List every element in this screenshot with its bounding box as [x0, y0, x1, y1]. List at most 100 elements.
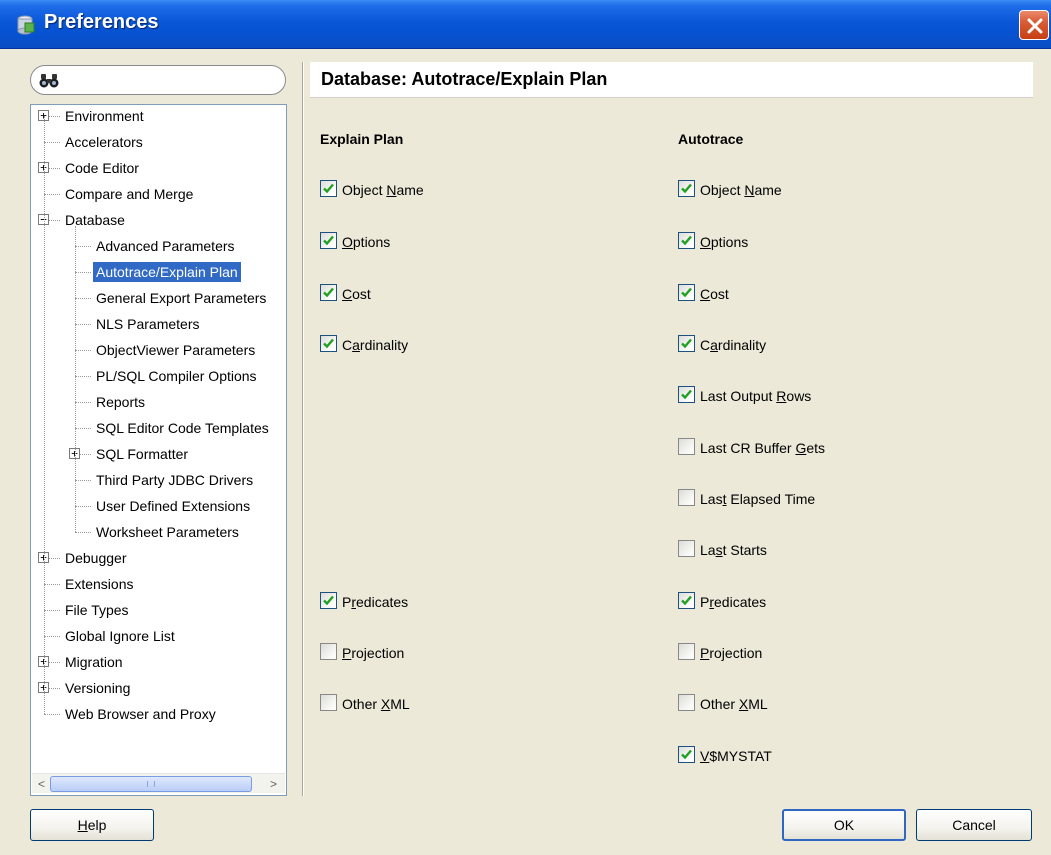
checkbox-unchecked[interactable]	[678, 540, 695, 557]
checkbox-label: V$MYSTAT	[700, 744, 772, 768]
scroll-right-arrow[interactable]: >	[265, 776, 282, 792]
mnemonic-key: G	[795, 440, 807, 456]
label-text: ets	[806, 440, 826, 456]
label-text: ptions	[352, 234, 391, 250]
tree-item-user-defined-extensions[interactable]: User Defined Extensions	[93, 493, 253, 519]
tree-item-environment[interactable]: Environment	[62, 105, 147, 129]
tree-item-autotrace-explain-plan[interactable]: Autotrace/Explain Plan	[93, 259, 241, 285]
checkbox-label: Last Output Rows	[700, 384, 811, 408]
preferences-dialog: Preferences Environment + Accelerators Code…	[0, 0, 1051, 855]
checkbox-checked[interactable]	[678, 180, 695, 197]
tree-item-web-browser-and-proxy[interactable]: Web Browser and Proxy	[62, 701, 219, 727]
label-text: ost	[352, 286, 371, 302]
label-text: $MYSTAT	[709, 748, 772, 764]
tree-item-migration[interactable]: Migration	[62, 649, 126, 675]
checkmark-icon	[323, 235, 334, 246]
label-text: ame	[754, 182, 782, 198]
checkbox-checked[interactable]	[320, 232, 337, 249]
panel-title: Database: Autotrace/Explain Plan	[321, 69, 608, 89]
label-text: P	[342, 594, 352, 610]
tree-item-third-party-jdbc-drivers[interactable]: Third Party JDBC Drivers	[93, 467, 256, 493]
tree-item-label: Accelerators	[65, 134, 143, 150]
checkbox-unchecked[interactable]	[678, 438, 695, 455]
search-input[interactable]	[30, 65, 286, 95]
close-button[interactable]	[1019, 10, 1049, 40]
checkbox-checked[interactable]	[320, 592, 337, 609]
tree-item-worksheet-parameters[interactable]: Worksheet Parameters	[93, 519, 242, 545]
scroll-thumb[interactable]	[50, 776, 252, 792]
ok-button[interactable]: OK	[782, 809, 906, 841]
tree-item-label: User Defined Extensions	[96, 498, 251, 514]
tree-item-versioning[interactable]: Versioning	[62, 675, 133, 701]
tree-item-file-types[interactable]: File Types	[62, 597, 132, 623]
tree-item-general-export-parameters[interactable]: General Export Parameters	[93, 285, 269, 311]
tree-item-accelerators[interactable]: Accelerators	[62, 129, 146, 155]
label-text: ame	[396, 182, 424, 198]
tree-item-code-editor[interactable]: Code Editor	[62, 155, 142, 181]
tree-item-reports[interactable]: Reports	[93, 389, 148, 415]
help-button[interactable]: Help	[30, 809, 154, 841]
preferences-tree[interactable]: Environment + Accelerators Code Editor + Comp…	[30, 104, 287, 796]
tree-item-label: Advanced Parameters	[96, 238, 235, 254]
cancel-button[interactable]: Cancel	[916, 809, 1032, 841]
panel-splitter[interactable]	[302, 62, 304, 796]
tree-item-sql-formatter[interactable]: SQL Formatter	[93, 441, 191, 467]
tree-item-objectviewer-parameters[interactable]: ObjectViewer Parameters	[93, 337, 258, 363]
checkbox-unchecked[interactable]	[678, 489, 695, 506]
tree-item-label: Database	[65, 212, 125, 228]
label-text: rojection	[351, 645, 405, 661]
checkbox-label: Cardinality	[342, 333, 408, 357]
mnemonic-key: V	[700, 748, 710, 764]
tree-item-sql-editor-code-templates[interactable]: SQL Editor Code Templates	[93, 415, 272, 441]
tree-connector	[75, 246, 91, 247]
tree-connector	[75, 272, 91, 273]
checkbox-label: Options	[342, 230, 390, 254]
tree-item-pl-sql-compiler-options[interactable]: PL/SQL Compiler Options	[93, 363, 260, 389]
tree-item-label: Third Party JDBC Drivers	[96, 472, 254, 488]
scroll-left-arrow[interactable]: <	[33, 776, 50, 792]
tree-view[interactable]: Environment + Accelerators Code Editor + Comp…	[31, 105, 286, 765]
checkmark-icon	[681, 183, 692, 194]
tree-item-label: NLS Parameters	[96, 316, 200, 332]
checkbox-checked[interactable]	[320, 335, 337, 352]
autotrace-heading: Autotrace	[678, 131, 744, 147]
tree-item-compare-and-merge[interactable]: Compare and Merge	[62, 181, 196, 207]
horizontal-scrollbar[interactable]: < >	[32, 773, 285, 793]
checkbox-checked[interactable]	[320, 284, 337, 301]
tree-item-advanced-parameters[interactable]: Advanced Parameters	[93, 233, 238, 259]
checkbox-label: Cost	[700, 282, 729, 306]
checkbox-unchecked[interactable]	[678, 643, 695, 660]
checkbox-label: Projection	[700, 641, 762, 665]
label-text: Las	[700, 491, 723, 507]
mnemonic-key: X	[738, 696, 749, 712]
checkbox-checked[interactable]	[678, 232, 695, 249]
tree-connector	[44, 610, 60, 611]
mnemonic-key: a	[352, 337, 360, 353]
checkbox-unchecked[interactable]	[320, 643, 337, 660]
tree-item-database[interactable]: Database	[62, 207, 128, 233]
tree-item-label: File Types	[65, 602, 129, 618]
label-text: C	[342, 337, 353, 353]
checkbox-checked[interactable]	[678, 284, 695, 301]
tree-item-label: Global Ignore List	[65, 628, 175, 644]
checkbox-checked[interactable]	[678, 335, 695, 352]
tree-item-label: Compare and Merge	[65, 186, 194, 202]
checkbox-checked[interactable]	[678, 746, 695, 763]
navigation-panel: Environment + Accelerators Code Editor + Comp…	[30, 58, 294, 796]
tree-item-extensions[interactable]: Extensions	[62, 571, 136, 597]
label-text: rdinality	[359, 337, 409, 353]
label-text: Other	[342, 696, 381, 712]
tree-item-label: Versioning	[65, 680, 131, 696]
mnemonic-key: O	[342, 234, 353, 250]
tree-connector	[44, 584, 60, 585]
checkbox-checked[interactable]	[320, 180, 337, 197]
title-bar[interactable]: Preferences	[0, 0, 1051, 49]
tree-item-nls-parameters[interactable]: NLS Parameters	[93, 311, 202, 337]
tree-item-debugger[interactable]: Debugger	[62, 545, 130, 571]
checkbox-checked[interactable]	[678, 386, 695, 403]
checkbox-unchecked[interactable]	[320, 694, 337, 711]
checkbox-checked[interactable]	[678, 592, 695, 609]
tree-item-global-ignore-list[interactable]: Global Ignore List	[62, 623, 178, 649]
tree-item-label: Extensions	[65, 576, 134, 592]
checkbox-unchecked[interactable]	[678, 694, 695, 711]
